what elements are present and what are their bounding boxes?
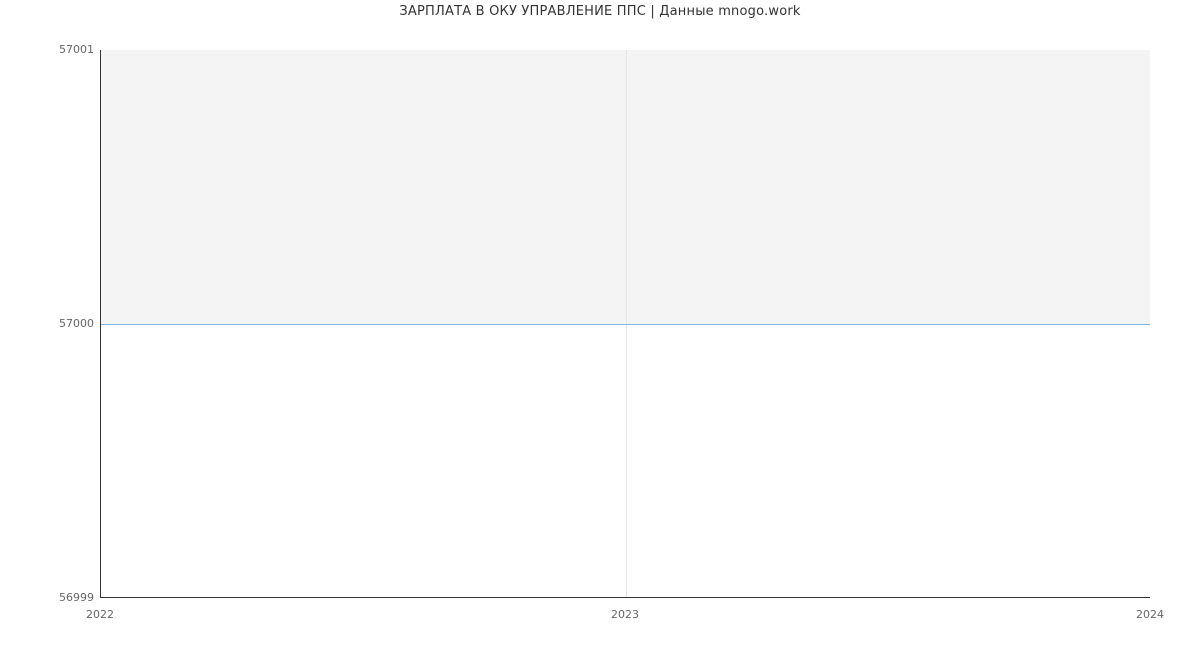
chart-container: ЗАРПЛАТА В ОКУ УПРАВЛЕНИЕ ППС | Данные m… bbox=[0, 0, 1200, 650]
series-line bbox=[101, 324, 1150, 325]
x-tick-label: 2022 bbox=[86, 608, 114, 621]
y-tick-label: 57000 bbox=[4, 317, 94, 330]
chart-title: ЗАРПЛАТА В ОКУ УПРАВЛЕНИЕ ППС | Данные m… bbox=[0, 4, 1200, 19]
plot-area bbox=[100, 50, 1150, 598]
y-tick-label: 57001 bbox=[4, 43, 94, 56]
x-tick-label: 2024 bbox=[1136, 608, 1164, 621]
y-tick-label: 56999 bbox=[4, 591, 94, 604]
x-tick-label: 2023 bbox=[611, 608, 639, 621]
